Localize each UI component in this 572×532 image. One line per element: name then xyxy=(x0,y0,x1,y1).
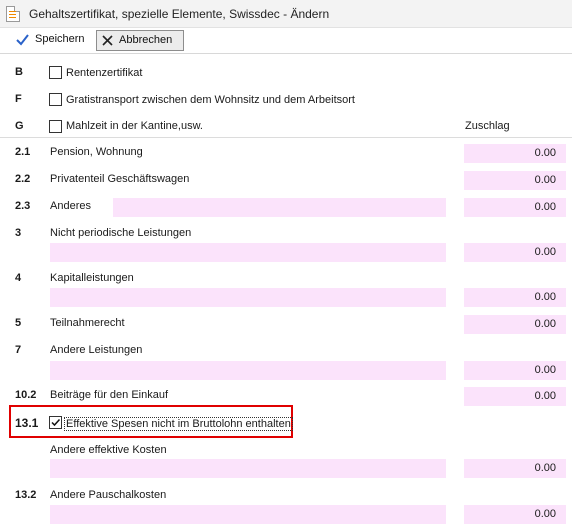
item-code: 2.3 xyxy=(15,200,31,212)
text-field-13-2[interactable] xyxy=(50,505,446,524)
item-label: Teilnahmerecht xyxy=(50,317,125,329)
title-bar: Gehaltszertifikat, spezielle Elemente, S… xyxy=(0,0,572,28)
text-field-2-3[interactable] xyxy=(113,198,446,217)
item-label: Nicht periodische Leistungen xyxy=(50,227,192,239)
item-label: Privatenteil Geschäftswagen xyxy=(50,173,190,185)
checkbox-effektive-spesen[interactable] xyxy=(49,416,62,429)
label-effektive-spesen: Effektive Spesen nicht im Bruttolohn ent… xyxy=(64,417,293,431)
item-code: 13.2 xyxy=(15,489,37,501)
row-code-b: B xyxy=(15,66,23,78)
window-title: Gehaltszertifikat, spezielle Elemente, S… xyxy=(29,7,330,21)
checkmark-icon xyxy=(51,418,61,427)
row-code-g: G xyxy=(15,120,24,132)
toolbar: Speichern Abbrechen xyxy=(0,28,572,54)
item-label: Pension, Wohnung xyxy=(50,146,143,158)
item-label: Beiträge für den Einkauf xyxy=(50,389,169,401)
text-field-7[interactable] xyxy=(50,361,446,380)
row-code-f: F xyxy=(15,93,22,105)
close-icon xyxy=(102,35,113,46)
checkmark-icon xyxy=(16,34,29,46)
amount-field-2-2[interactable]: 0.00 xyxy=(464,171,566,190)
amount-field-3[interactable]: 0.00 xyxy=(464,243,566,262)
text-field-4[interactable] xyxy=(50,288,446,307)
separator xyxy=(0,137,572,138)
item-code: 4 xyxy=(15,272,22,284)
amount-field-13-1[interactable]: 0.00 xyxy=(464,459,566,478)
item-label: Anderes xyxy=(50,200,91,212)
item-code: 3 xyxy=(15,227,22,239)
amount-field-2-1[interactable]: 0.00 xyxy=(464,144,566,163)
label-rentenzertifikat: Rentenzertifikat xyxy=(66,67,143,79)
checkbox-mahlzeit[interactable] xyxy=(49,120,62,133)
save-button-label: Speichern xyxy=(35,33,85,45)
column-header-zuschlag: Zuschlag xyxy=(465,120,510,132)
checkbox-rentenzertifikat[interactable] xyxy=(49,66,62,79)
item-code: 13.1 xyxy=(15,416,39,430)
save-button[interactable]: Speichern xyxy=(12,30,88,51)
amount-field-2-3[interactable]: 0.00 xyxy=(464,198,566,217)
label-mahlzeit: Mahlzeit in der Kantine,usw. xyxy=(66,120,203,132)
item-label: Kapitalleistungen xyxy=(50,272,134,284)
amount-field-10-2[interactable]: 0.00 xyxy=(464,387,566,406)
document-icon xyxy=(6,6,20,22)
amount-field-7[interactable]: 0.00 xyxy=(464,361,566,380)
cancel-button-label: Abbrechen xyxy=(119,34,173,46)
item-label: Andere Leistungen xyxy=(50,344,143,356)
amount-field-5[interactable]: 0.00 xyxy=(464,315,566,334)
item-code: 2.2 xyxy=(15,173,31,185)
text-field-13-1[interactable] xyxy=(50,459,446,478)
amount-field-4[interactable]: 0.00 xyxy=(464,288,566,307)
item-label: Andere effektive Kosten xyxy=(50,444,167,456)
item-code: 7 xyxy=(15,344,22,356)
checkbox-gratistransport[interactable] xyxy=(49,93,62,106)
cancel-button[interactable]: Abbrechen xyxy=(96,30,184,51)
text-field-3[interactable] xyxy=(50,243,446,262)
label-gratistransport: Gratistransport zwischen dem Wohnsitz un… xyxy=(66,94,355,106)
item-code: 2.1 xyxy=(15,146,31,158)
item-label: Andere Pauschalkosten xyxy=(50,489,167,501)
item-code: 5 xyxy=(15,317,22,329)
item-code: 10.2 xyxy=(15,389,37,401)
amount-field-13-2[interactable]: 0.00 xyxy=(464,505,566,524)
